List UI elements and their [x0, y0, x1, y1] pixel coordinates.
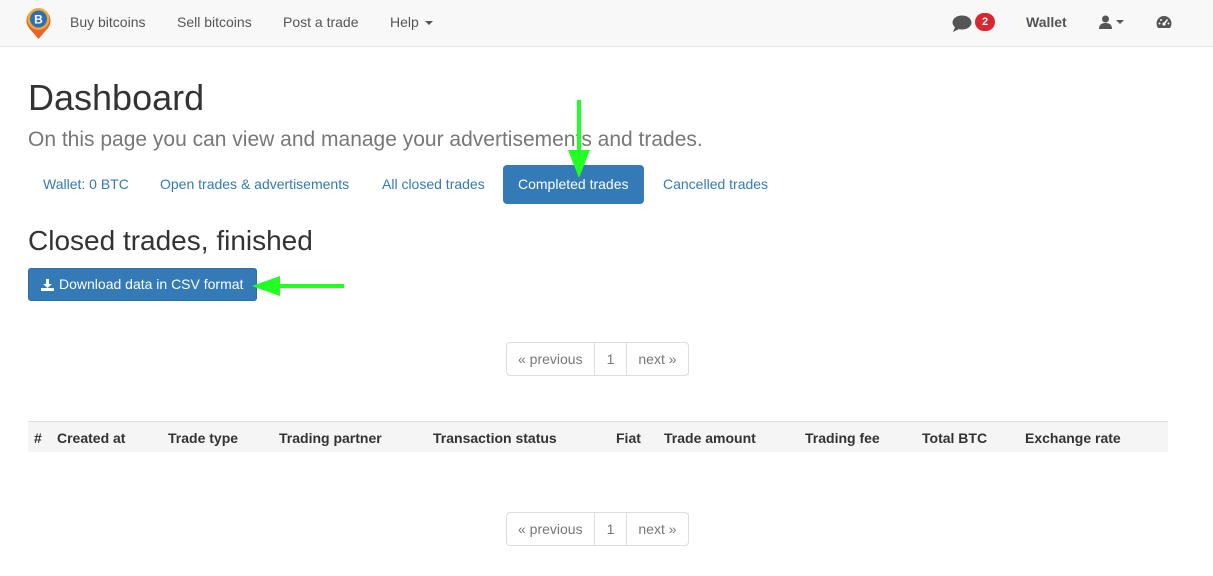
tab-open-trades[interactable]: Open trades & advertisements [145, 165, 364, 204]
tab-completed-trades[interactable]: Completed trades [503, 165, 644, 204]
nav-help-dropdown[interactable]: Help [390, 14, 433, 30]
page-subtitle: On this page you can view and manage you… [28, 128, 703, 151]
chat-bubble-icon [952, 15, 972, 32]
dashboard-gauge-icon[interactable] [1156, 15, 1172, 29]
download-csv-button[interactable]: Download data in CSV format [28, 268, 257, 301]
page-title: Dashboard [28, 77, 205, 118]
chevron-down-icon [1116, 20, 1124, 24]
column-header-transaction-status: Transaction status [433, 430, 557, 446]
download-icon [41, 278, 54, 291]
column-header-trade-type: Trade type [168, 430, 239, 446]
pagination-page-1[interactable]: 1 [593, 512, 628, 546]
column-header-created-at: Created at [57, 430, 126, 446]
top-navbar: B Buy bitcoins Sell bitcoins Post a trad… [0, 0, 1213, 47]
column-header-exchange-rate: Exchange rate [1025, 430, 1121, 446]
pagination-next[interactable]: next » [626, 342, 689, 376]
user-icon [1099, 15, 1112, 29]
nav-sell-bitcoins[interactable]: Sell bitcoins [177, 14, 252, 30]
column-header-total-btc: Total BTC [922, 430, 988, 446]
pagination-page-1[interactable]: 1 [593, 342, 628, 376]
column-header-number: # [34, 430, 42, 446]
svg-text:B: B [34, 13, 43, 27]
user-menu-dropdown[interactable] [1099, 15, 1124, 29]
column-header-trading-fee: Trading fee [805, 430, 880, 446]
nav-buy-bitcoins[interactable]: Buy bitcoins [70, 14, 145, 30]
column-header-fiat: Fiat [616, 430, 641, 446]
section-title: Closed trades, finished [28, 225, 313, 256]
annotation-arrow-left-icon [252, 276, 344, 296]
tab-wallet[interactable]: Wallet: 0 BTC [28, 165, 144, 204]
nav-wallet[interactable]: Wallet [1026, 14, 1067, 30]
download-csv-label: Download data in CSV format [59, 276, 244, 292]
pagination-bottom: « previous 1 next » [506, 512, 689, 546]
pagination-previous[interactable]: « previous [506, 512, 595, 546]
pagination-previous[interactable]: « previous [506, 342, 595, 376]
nav-post-trade[interactable]: Post a trade [283, 14, 359, 30]
site-logo-icon[interactable]: B [25, 6, 52, 40]
notification-badge: 2 [975, 13, 995, 31]
nav-help-label: Help [390, 14, 419, 30]
pagination-top: « previous 1 next » [506, 342, 689, 376]
tab-all-closed-trades[interactable]: All closed trades [367, 165, 500, 204]
pagination-next[interactable]: next » [626, 512, 689, 546]
column-header-trading-partner: Trading partner [279, 430, 382, 446]
messages-button[interactable]: 2 [952, 13, 998, 33]
column-header-trade-amount: Trade amount [664, 430, 756, 446]
tab-cancelled-trades[interactable]: Cancelled trades [648, 165, 783, 204]
chevron-down-icon [424, 21, 433, 26]
trades-table-header: # Created at Trade type Trading partner … [28, 421, 1168, 452]
